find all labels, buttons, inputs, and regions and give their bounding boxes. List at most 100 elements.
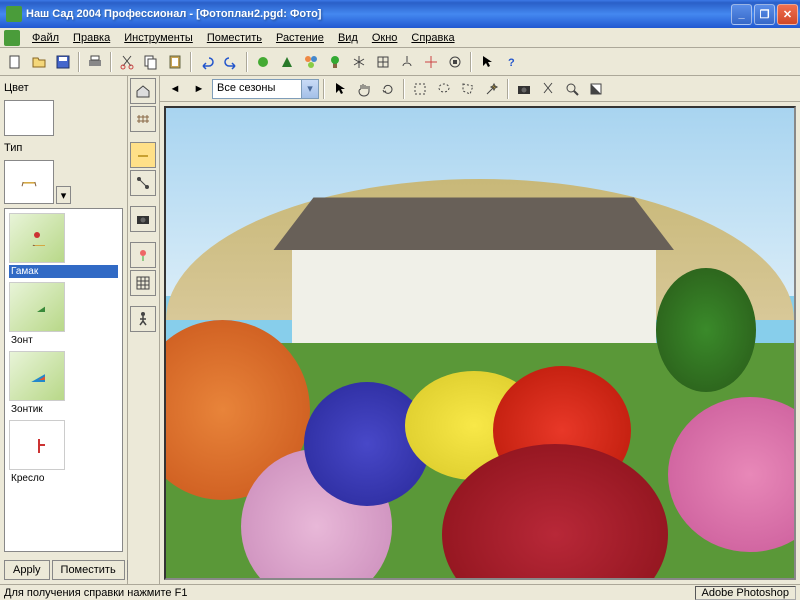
list-item[interactable]: Зонт [7, 280, 120, 349]
tool-6[interactable] [372, 51, 394, 73]
tool-3[interactable] [300, 51, 322, 73]
menu-edit[interactable]: Правка [67, 30, 116, 46]
new-button[interactable] [4, 51, 26, 73]
panel-buttons: Apply Поместить ◈ [4, 556, 123, 580]
contrast-tool[interactable] [585, 78, 607, 100]
tool-2[interactable] [276, 51, 298, 73]
tool-9[interactable] [444, 51, 466, 73]
type-label: Тип [4, 140, 123, 156]
cut-button[interactable] [116, 51, 138, 73]
list-item[interactable]: Гамак [7, 211, 120, 280]
menubar: Файл Правка Инструменты Поместить Растен… [0, 28, 800, 48]
color-swatch[interactable] [4, 100, 54, 136]
tool-4[interactable] [324, 51, 346, 73]
paste-button[interactable] [164, 51, 186, 73]
statusbar: Для получения справки нажмите F1 Adobe P… [0, 584, 800, 600]
rect-select-tool[interactable] [409, 78, 431, 100]
redo-button[interactable] [220, 51, 242, 73]
grid-tool[interactable] [130, 270, 156, 296]
separator [507, 79, 509, 99]
camera-icon[interactable] [513, 78, 535, 100]
close-button[interactable]: ✕ [777, 4, 798, 25]
connection-tool[interactable] [130, 170, 156, 196]
item-label: Зонтик [9, 403, 118, 416]
window-title: Наш Сад 2004 Профессионал - [Фотоплан2.p… [26, 8, 731, 20]
open-button[interactable] [28, 51, 50, 73]
separator [403, 79, 405, 99]
help-button[interactable]: ? [500, 51, 522, 73]
wand-tool[interactable] [481, 78, 503, 100]
item-thumb [9, 351, 65, 401]
separator [190, 52, 192, 72]
camera-tool[interactable] [130, 206, 156, 232]
tool-5[interactable] [348, 51, 370, 73]
separator [470, 52, 472, 72]
app-icon [6, 6, 22, 22]
scissors-icon[interactable] [537, 78, 559, 100]
tool-7[interactable] [396, 51, 418, 73]
item-thumb [9, 420, 65, 470]
nav-back-button[interactable]: ◄ [164, 78, 186, 100]
separator [246, 52, 248, 72]
furniture-tool[interactable] [130, 142, 156, 168]
rotate-tool[interactable] [377, 78, 399, 100]
item-label: Зонт [9, 334, 118, 347]
poly-select-tool[interactable] [457, 78, 479, 100]
status-app-label: Adobe Photoshop [695, 586, 796, 600]
flower-tool[interactable] [130, 242, 156, 268]
tool-8[interactable] [420, 51, 442, 73]
nav-fwd-button[interactable]: ► [188, 78, 210, 100]
item-thumb [9, 213, 65, 263]
list-item[interactable]: Зонтик [7, 349, 120, 418]
menu-help[interactable]: Справка [405, 30, 460, 46]
menu-view[interactable]: Вид [332, 30, 364, 46]
hand-tool[interactable] [353, 78, 375, 100]
zoom-tool[interactable] [561, 78, 583, 100]
save-button[interactable] [52, 51, 74, 73]
season-dropdown[interactable]: Все сезоны ▾ [212, 79, 319, 99]
type-dropdown-button[interactable]: ▾ [56, 186, 71, 204]
menu-tools[interactable]: Инструменты [118, 30, 199, 46]
walk-tool[interactable] [130, 306, 156, 332]
type-preview[interactable] [4, 160, 54, 204]
main-toolbar: ? [0, 48, 800, 76]
apply-button[interactable]: Apply [4, 560, 50, 580]
maximize-button[interactable]: ❐ [754, 4, 775, 25]
plant [656, 268, 756, 392]
scene-roof [273, 197, 674, 250]
color-label: Цвет [4, 80, 123, 96]
pointer-tool[interactable] [329, 78, 351, 100]
place-button[interactable]: Поместить [52, 560, 125, 580]
menu-plant[interactable]: Растение [270, 30, 330, 46]
minimize-button[interactable]: _ [731, 4, 752, 25]
spacer [130, 298, 157, 304]
separator [110, 52, 112, 72]
window-controls: _ ❐ ✕ [731, 4, 798, 25]
house-tool[interactable] [130, 78, 156, 104]
tool-1[interactable] [252, 51, 274, 73]
lasso-tool[interactable] [433, 78, 455, 100]
print-button[interactable] [84, 51, 106, 73]
object-panel: Цвет Тип ▾ Гамак Зонт Зонтик [0, 76, 128, 584]
menu-window[interactable]: Окно [366, 30, 404, 46]
spacer [130, 134, 157, 140]
chevron-down-icon[interactable]: ▾ [302, 79, 319, 99]
svg-text:?: ? [508, 57, 515, 69]
object-list[interactable]: Гамак Зонт Зонтик Кресло [4, 208, 123, 552]
canvas-viewport[interactable] [164, 106, 796, 580]
fence-tool[interactable] [130, 106, 156, 132]
separator [323, 79, 325, 99]
menu-file[interactable]: Файл [26, 30, 65, 46]
spacer [130, 198, 157, 204]
titlebar: Наш Сад 2004 Профессионал - [Фотоплан2.p… [0, 0, 800, 28]
select-arrow-button[interactable] [476, 51, 498, 73]
copy-button[interactable] [140, 51, 162, 73]
menu-app-icon [4, 30, 20, 46]
undo-button[interactable] [196, 51, 218, 73]
plant [668, 397, 796, 552]
canvas-toolbar: ◄ ► Все сезоны ▾ [160, 76, 800, 102]
item-label: Гамак [9, 265, 118, 278]
list-item[interactable]: Кресло [7, 418, 120, 487]
item-label: Кресло [9, 472, 118, 485]
menu-place[interactable]: Поместить [201, 30, 268, 46]
